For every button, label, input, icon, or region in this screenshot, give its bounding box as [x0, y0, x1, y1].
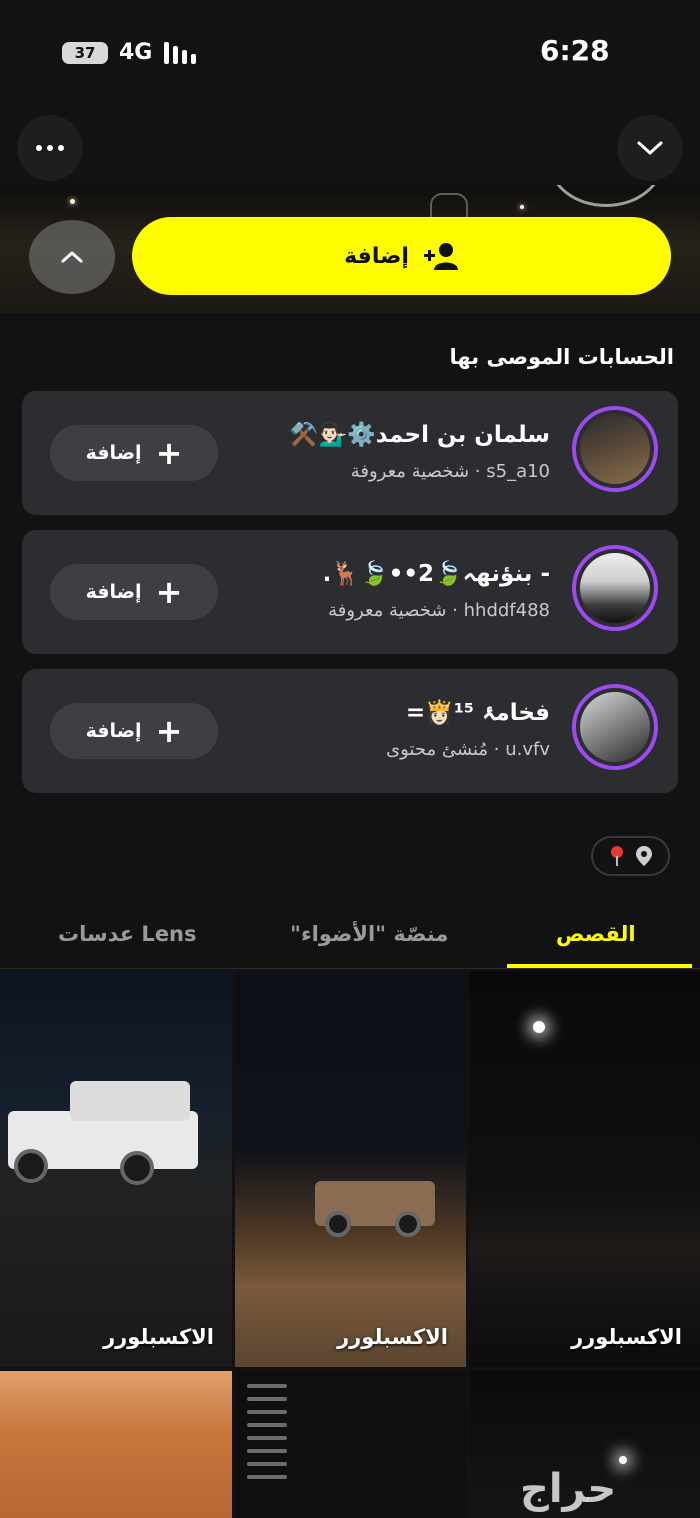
tabs-divider — [0, 968, 700, 969]
chevron-down-icon — [637, 141, 663, 155]
tab-lenses[interactable]: عدسات Lens — [58, 922, 197, 946]
chevron-up-icon — [61, 251, 83, 263]
account-category: شخصية معروفة — [350, 461, 470, 482]
story-caption: الاكسبلورر — [337, 1325, 448, 1349]
account-category: مُنشئ محتوى — [386, 739, 489, 760]
account-meta: hhddf488 · شخصية معروفة — [328, 600, 550, 621]
story-tile[interactable]: الاكسبلورر — [235, 971, 466, 1367]
tab-spotlight[interactable]: منصّة "الأضواء" — [290, 922, 448, 946]
recommended-account-card[interactable]: سلمان بن احمد⚙️💁🏻‍♂️⚒️ s5_a10 · شخصية مع… — [22, 391, 678, 515]
account-name: فخامۂ ¹⁵👸🏻= — [405, 700, 550, 726]
story-caption: الاكسبلورر — [103, 1325, 214, 1349]
story-tile[interactable]: الاكسبلورر — [469, 971, 700, 1367]
account-meta: u.vfv · مُنشئ محتوى — [386, 739, 550, 760]
section-title-recommended: الحسابات الموصى بها — [449, 345, 674, 369]
location-marker-icon — [635, 846, 652, 866]
tab-stories[interactable]: القصص — [556, 922, 636, 946]
collapse-button[interactable] — [617, 115, 683, 181]
scroll-up-button[interactable] — [29, 220, 115, 294]
story-tile[interactable]: الاكسبلورر — [0, 971, 232, 1367]
story-caption: الاكسبلورر — [571, 1325, 682, 1349]
add-label: إضافة — [85, 442, 142, 464]
ellipsis-icon — [36, 145, 64, 151]
red-pin-icon — [610, 846, 623, 866]
location-chip[interactable] — [591, 836, 670, 876]
avatar[interactable] — [572, 684, 658, 770]
add-account-button[interactable]: إضافة + — [50, 425, 218, 481]
add-user-icon — [423, 243, 458, 270]
account-name: - بنؤنهہ🍃2••🍃🦌. — [322, 561, 550, 587]
add-friend-label: إضافة — [344, 243, 409, 269]
more-options-button[interactable] — [17, 115, 83, 181]
account-name: سلمان بن احمد⚙️💁🏻‍♂️⚒️ — [289, 422, 550, 448]
add-account-button[interactable]: إضافة + — [50, 564, 218, 620]
recommended-account-card[interactable]: فخامۂ ¹⁵👸🏻= u.vfv · مُنشئ محتوى إضافة + — [22, 669, 678, 793]
account-username: hhddf488 — [463, 600, 550, 621]
add-label: إضافة — [85, 720, 142, 742]
avatar[interactable] — [572, 406, 658, 492]
story-tile[interactable] — [235, 1371, 466, 1518]
status-time: 6:28 — [540, 34, 610, 67]
plus-icon: + — [155, 712, 183, 750]
add-account-button[interactable]: إضافة + — [50, 703, 218, 759]
account-username: s5_a10 — [486, 461, 550, 482]
recommended-account-card[interactable]: - بنؤنهہ🍃2••🍃🦌. hhddf488 · شخصية معروفة … — [22, 530, 678, 654]
signal-icon — [164, 42, 196, 64]
plus-icon: + — [155, 573, 183, 611]
account-meta: s5_a10 · شخصية معروفة — [350, 461, 550, 482]
avatar[interactable] — [572, 545, 658, 631]
story-tile[interactable] — [0, 1371, 232, 1518]
battery-indicator: 37 — [62, 42, 108, 64]
plus-icon: + — [155, 434, 183, 472]
add-label: إضافة — [85, 581, 142, 603]
account-username: u.vfv — [505, 739, 550, 760]
watermark-logo: حراج — [520, 1466, 617, 1512]
network-type: 4G — [119, 40, 153, 65]
account-category: شخصية معروفة — [328, 600, 447, 621]
add-friend-button[interactable]: إضافة — [132, 217, 671, 295]
